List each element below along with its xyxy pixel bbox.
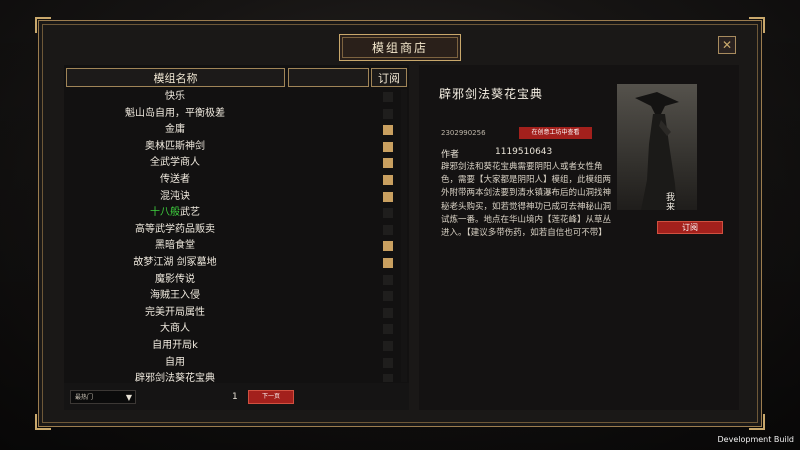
mod-name: 海贼王入侵: [150, 290, 200, 302]
subscribe-checkbox[interactable]: [383, 208, 393, 219]
mod-name: 辟邪剑法葵花宝典: [135, 373, 215, 382]
subscribe-checkbox[interactable]: [383, 92, 393, 102]
list-scrollbar[interactable]: [401, 89, 407, 382]
list-item[interactable]: 魁山岛自用，平衡极差: [64, 106, 409, 123]
sort-value: 最热门: [75, 394, 94, 401]
subscribe-button[interactable]: 订阅: [657, 221, 723, 234]
list-item[interactable]: 大商人: [64, 321, 409, 338]
mod-name: 传送者: [160, 173, 190, 185]
list-item[interactable]: 奥林匹斯神剑: [64, 139, 409, 156]
list-item[interactable]: 自用开局k: [64, 338, 409, 355]
list-item[interactable]: 传送者: [64, 172, 409, 189]
mod-name: 故梦江湖 剑冢墓地: [133, 256, 217, 268]
preview-caption: 我来自江湖: [664, 192, 675, 210]
mod-name: 魔影传说: [155, 273, 195, 285]
author-value: 1119510643: [495, 147, 553, 157]
frame-corner: [35, 414, 51, 430]
mod-name: 混沌诀: [160, 190, 190, 202]
mod-title: 辟邪剑法葵花宝典: [439, 87, 544, 101]
subscribe-checkbox[interactable]: [383, 125, 393, 136]
mod-name-rest: 武艺: [180, 207, 200, 219]
list-item[interactable]: 完美开局属性: [64, 305, 409, 322]
next-page-button[interactable]: 下一页: [248, 390, 294, 404]
frame-corner: [749, 414, 765, 430]
mod-shop-window: 模组商店 ✕ 模组名称 订阅 快乐 魁山岛自用，平衡极差 金庸 奥林匹斯神剑 全…: [35, 17, 765, 430]
subscribe-checkbox[interactable]: [383, 158, 393, 169]
subscribe-checkbox[interactable]: [383, 257, 393, 268]
mod-name: 大商人: [160, 323, 190, 335]
view-in-workshop-button[interactable]: 在创意工坊中查看: [519, 127, 592, 139]
mod-name: 魁山岛自用，平衡极差: [125, 107, 225, 119]
subscribe-checkbox[interactable]: [383, 241, 393, 252]
list-item[interactable]: 海贼王入侵: [64, 288, 409, 305]
subscribe-checkbox[interactable]: [383, 357, 393, 368]
triangle-down-icon: ▼: [125, 393, 132, 402]
mod-name: 黑暗食堂: [155, 240, 195, 252]
mod-name: 十八般武艺: [64, 205, 286, 222]
subscribe-checkbox[interactable]: [383, 374, 393, 382]
sort-dropdown[interactable]: 最热门 ▼: [70, 390, 136, 404]
mod-name: 自用: [165, 356, 185, 368]
mod-detail-panel: 辟邪剑法葵花宝典 2302990256 在创意工坊中查看 作者 11195106…: [419, 65, 739, 410]
subscribe-checkbox[interactable]: [383, 274, 393, 285]
mod-name: 完美开局属性: [145, 306, 205, 318]
page-number: 1: [232, 392, 238, 402]
mod-list: 快乐 魁山岛自用，平衡极差 金庸 奥林匹斯神剑 全武学商人 传送者 混沌诀 十八…: [64, 89, 409, 382]
column-header-blank: [288, 68, 369, 87]
list-item[interactable]: 快乐: [64, 89, 409, 106]
mod-id: 2302990256: [441, 129, 486, 137]
subscribe-checkbox[interactable]: [383, 291, 393, 302]
close-button[interactable]: ✕: [718, 36, 736, 54]
preview-art: 我来自江湖: [617, 84, 697, 210]
column-header-subscribe[interactable]: 订阅: [371, 68, 407, 87]
list-item[interactable]: 黑暗食堂: [64, 238, 409, 255]
list-item[interactable]: 高等武学药品贩卖: [64, 222, 409, 239]
subscribe-checkbox[interactable]: [383, 141, 393, 152]
mod-name: 快乐: [165, 91, 185, 102]
subscribe-checkbox[interactable]: [383, 108, 393, 119]
mod-name: 奥林匹斯神剑: [145, 140, 205, 152]
subscribe-checkbox[interactable]: [383, 307, 393, 318]
subscribe-checkbox[interactable]: [383, 224, 393, 235]
subscribe-checkbox[interactable]: [383, 174, 393, 185]
list-item[interactable]: 混沌诀: [64, 189, 409, 206]
column-header-name[interactable]: 模组名称: [66, 68, 285, 87]
list-item[interactable]: 十八般武艺: [64, 205, 409, 222]
list-item[interactable]: 故梦江湖 剑冢墓地: [64, 255, 409, 272]
mod-list-panel: 模组名称 订阅 快乐 魁山岛自用，平衡极差 金庸 奥林匹斯神剑 全武学商人 传送…: [64, 65, 409, 410]
list-item[interactable]: 全武学商人: [64, 155, 409, 172]
author-label: 作者: [441, 150, 460, 160]
list-footer: 最热门 ▼ 1 下一页: [64, 383, 409, 410]
subscribe-checkbox[interactable]: [383, 324, 393, 335]
mod-description: 辟邪剑法和葵花宝典需要阴阳人或者女性角色，需要【大家都是阴阳人】模组，此模组两外…: [441, 162, 612, 239]
mod-name: 金庸: [165, 124, 185, 136]
mod-name-highlight: 十八般: [150, 207, 180, 219]
list-item[interactable]: 魔影传说: [64, 272, 409, 289]
mod-name: 全武学商人: [150, 157, 200, 169]
list-item[interactable]: 辟邪剑法葵花宝典: [64, 371, 409, 382]
mod-name: 高等武学药品贩卖: [135, 223, 215, 235]
subscribe-checkbox[interactable]: [383, 191, 393, 202]
list-item[interactable]: 金庸: [64, 122, 409, 139]
development-build-watermark: Development Build: [717, 435, 794, 444]
mod-name: 自用开局k: [152, 339, 198, 351]
frame-corner: [35, 17, 51, 33]
frame-corner: [749, 17, 765, 33]
list-item[interactable]: 自用: [64, 355, 409, 372]
mod-preview-image: 我来自江湖: [617, 84, 697, 210]
subscribe-checkbox[interactable]: [383, 340, 393, 351]
window-title: 模组商店: [339, 34, 461, 61]
close-icon: ✕: [721, 38, 733, 52]
